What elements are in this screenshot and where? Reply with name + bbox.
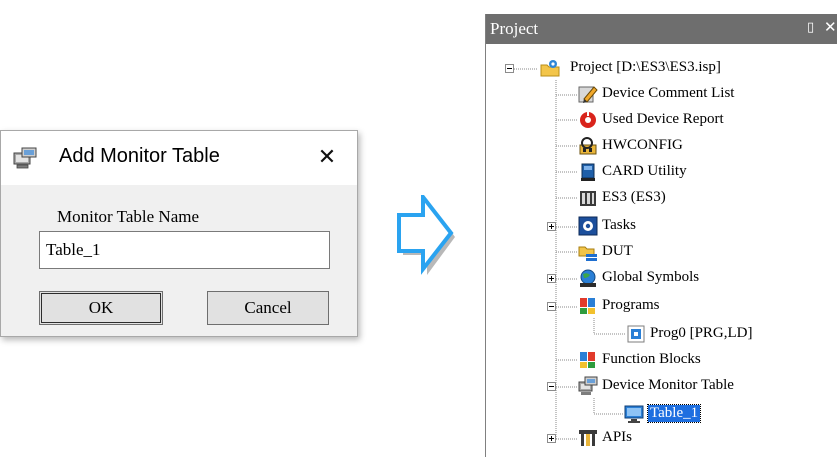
tree-item-function-blocks[interactable]: Function Blocks — [578, 350, 778, 372]
tree-item-prog0[interactable]: Prog0 [PRG,LD] — [626, 324, 826, 346]
function-blocks-icon — [580, 352, 595, 368]
tree-item-label: Programs — [602, 297, 660, 313]
monitor-screen-icon — [624, 405, 644, 423]
comment-pencil-icon — [578, 86, 598, 103]
tree-item-label: Device Monitor Table — [602, 377, 734, 393]
tree-item-label: Prog0 [PRG,LD] — [650, 325, 753, 341]
tree-item-label: APIs — [602, 429, 633, 445]
monitor-table-icon — [13, 147, 37, 169]
tree-item-global-symbols[interactable]: Global Symbols — [578, 268, 778, 290]
project-folder-icon — [540, 60, 560, 77]
programs-blocks-icon — [580, 298, 595, 314]
tree-item-label: ES3 (ES3) — [602, 189, 666, 205]
tree-expand-toggle[interactable] — [547, 434, 556, 443]
monitor-table-name-label: Monitor Table Name — [57, 207, 200, 226]
tree-item-label: DUT — [602, 243, 633, 259]
dut-icon — [578, 246, 597, 261]
device-report-icon — [580, 111, 596, 128]
dialog-title: Add Monitor Table — [59, 145, 220, 167]
monitor-table-name-input[interactable] — [39, 231, 330, 269]
tree-item-device-monitor-table[interactable]: Device Monitor Table — [578, 376, 788, 398]
card-icon — [581, 163, 595, 181]
tree-item-label: Function Blocks — [602, 351, 701, 367]
tree-item-label: Project [D:\ES3\ES3.isp] — [570, 59, 721, 75]
tree-collapse-toggle[interactable] — [547, 302, 556, 311]
close-icon[interactable]: ✕ — [313, 143, 341, 171]
tree-expand-toggle[interactable] — [547, 274, 556, 283]
tree-item-dut[interactable]: DUT — [578, 242, 778, 264]
tree-expand-toggle[interactable] — [547, 222, 556, 231]
add-monitor-table-dialog: Add Monitor Table ✕ Monitor Table Name O… — [0, 130, 358, 337]
tree-item-hwconfig[interactable]: HWCONFIG — [578, 136, 778, 158]
tree-item-apis[interactable]: APIs — [578, 428, 778, 450]
program-icon — [627, 325, 645, 343]
tree-item-device-comment-list[interactable]: Device Comment List — [578, 84, 778, 106]
tree-item-label: CARD Utility — [602, 163, 687, 179]
tree-item-card-utility[interactable]: CARD Utility — [578, 162, 778, 184]
tree-item-tasks[interactable]: Tasks — [578, 216, 778, 238]
tree-item-label: Device Comment List — [602, 85, 735, 101]
tree-collapse-toggle[interactable] — [505, 64, 514, 73]
monitor-table-icon — [578, 376, 598, 395]
tree-item-project[interactable]: Project [D:\ES3\ES3.isp] — [540, 58, 800, 80]
tree-item-programs[interactable]: Programs — [578, 296, 778, 318]
tree-item-label: HWCONFIG — [602, 137, 683, 153]
tree-item-label: Table_1 — [646, 404, 702, 423]
tree-item-label: Used Device Report — [602, 111, 724, 127]
tree-item-table-1[interactable]: Table_1 — [624, 404, 744, 426]
apis-icon — [579, 430, 597, 446]
plc-icon — [580, 191, 596, 206]
tree-item-label: Global Symbols — [602, 269, 700, 285]
tree-collapse-toggle[interactable] — [547, 382, 556, 391]
tree-item-used-device-report[interactable]: Used Device Report — [578, 110, 778, 132]
tasks-gear-icon — [578, 216, 598, 236]
tree-item-label: Tasks — [602, 217, 636, 233]
right-arrow-icon — [397, 195, 455, 275]
project-panel: Project ▯ ✕ Project [D:\ES3\ES3.isp] Dev… — [485, 14, 837, 457]
hwconfig-icon — [579, 137, 597, 155]
tree-item-es3[interactable]: ES3 (ES3) — [578, 188, 778, 210]
globe-icon — [580, 269, 596, 287]
cancel-button[interactable]: Cancel — [207, 291, 329, 325]
dialog-titlebar: Add Monitor Table ✕ — [1, 131, 357, 185]
ok-button[interactable]: OK — [39, 291, 163, 325]
